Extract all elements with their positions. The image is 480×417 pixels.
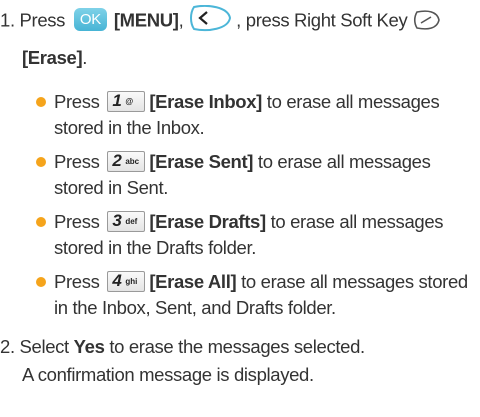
bullet-dot [36,277,46,287]
key-1-icon: 1 @ [107,90,146,112]
confirmation-text: A confirmation message is displayed. [22,364,314,385]
bullet-2-press: Press [54,151,100,172]
key-4-icon: 4 ghi [107,270,146,292]
key-4-number: 4 [112,270,122,290]
key-1-number: 1 [112,90,122,110]
comma-text: , [178,9,184,31]
bullet-3-label: [Erase Drafts] [149,211,266,232]
key-3-icon: 3 def [107,210,146,232]
bullet-2-line-2: stored in Sent. [54,177,168,199]
bullet-1-desc-1: to erase all messages [266,91,440,112]
step-2-rest: to erase the messages selected. [109,336,365,357]
bullet-1-press: Press [54,91,100,112]
bullet-3-line-2: stored in the Drafts folder. [54,237,256,259]
step-1-mid: , press Right Soft Key [236,9,408,31]
bullet-dot [36,97,46,107]
key-2-number: 2 [112,150,122,170]
bullet-1-desc-2: stored in the Inbox. [54,117,205,138]
ok-key-icon: OK [73,8,107,31]
step-1-line-1: 1. Press OK [MENU], , press Right Soft Ke… [0,4,441,35]
step-2-select: Select [19,336,70,357]
key-3-subtext: def [125,216,138,226]
key-4-subtext: ghi [125,276,138,286]
menu-label: [MENU] [113,9,179,31]
step-2-line-2: A confirmation message is displayed. [22,364,314,386]
bullet-4-desc-2: in the Inbox, Sent, and Drafts folder. [54,297,336,318]
key-2-subtext: abc [125,156,140,166]
step-1-line-2: [Erase]. [22,47,87,69]
bullet-2-desc-2: stored in Sent. [54,177,169,198]
bullet-3-line-1: Press 3 def [Erase Drafts] to erase all me… [54,210,444,234]
erase-label: [Erase] [22,47,83,68]
bullet-4-press: Press [54,271,100,292]
key-3-number: 3 [112,210,122,230]
left-nav-key-icon [188,4,232,32]
step-1-press: Press [19,9,66,31]
step-1-number: 1. [0,9,15,31]
step-2-number: 2. [0,336,15,357]
right-soft-key-icon [413,9,441,31]
bullet-4-desc-1: to erase all messages stored [241,271,468,292]
key-2-icon: 2 abc [107,150,146,172]
instruction-page: 1. Press OK [MENU], , press Right Soft Ke… [0,0,480,417]
bullet-3-desc-1: to erase all messages [270,211,444,232]
key-1-subtext: @ [125,96,134,106]
bullet-3-desc-2: stored in the Drafts folder. [54,237,257,258]
bullet-4-line-1: Press 4 ghi [Erase All] to erase all messa… [54,270,468,294]
yes-label: Yes [73,336,105,357]
bullet-2-desc-1: to erase all messages [257,151,431,172]
bullet-2-line-1: Press 2 abc [Erase Sent] to erase all mess… [54,150,431,174]
bullet-4-line-2: in the Inbox, Sent, and Drafts folder. [54,297,336,319]
bullet-4-label: [Erase All] [149,271,237,292]
step-2-line-1: 2. Select Yes to erase the messages sele… [0,336,365,358]
bullet-1-line-2: stored in the Inbox. [54,117,205,139]
bullet-3-press: Press [54,211,100,232]
step-1-period: . [82,47,88,68]
bullet-1-line-1: Press 1 @ [Erase Inbox] to erase all messa… [54,90,440,114]
bullet-dot [36,217,46,227]
bullet-2-label: [Erase Sent] [149,151,254,172]
bullet-dot [36,157,46,167]
bullet-1-label: [Erase Inbox] [149,91,262,112]
